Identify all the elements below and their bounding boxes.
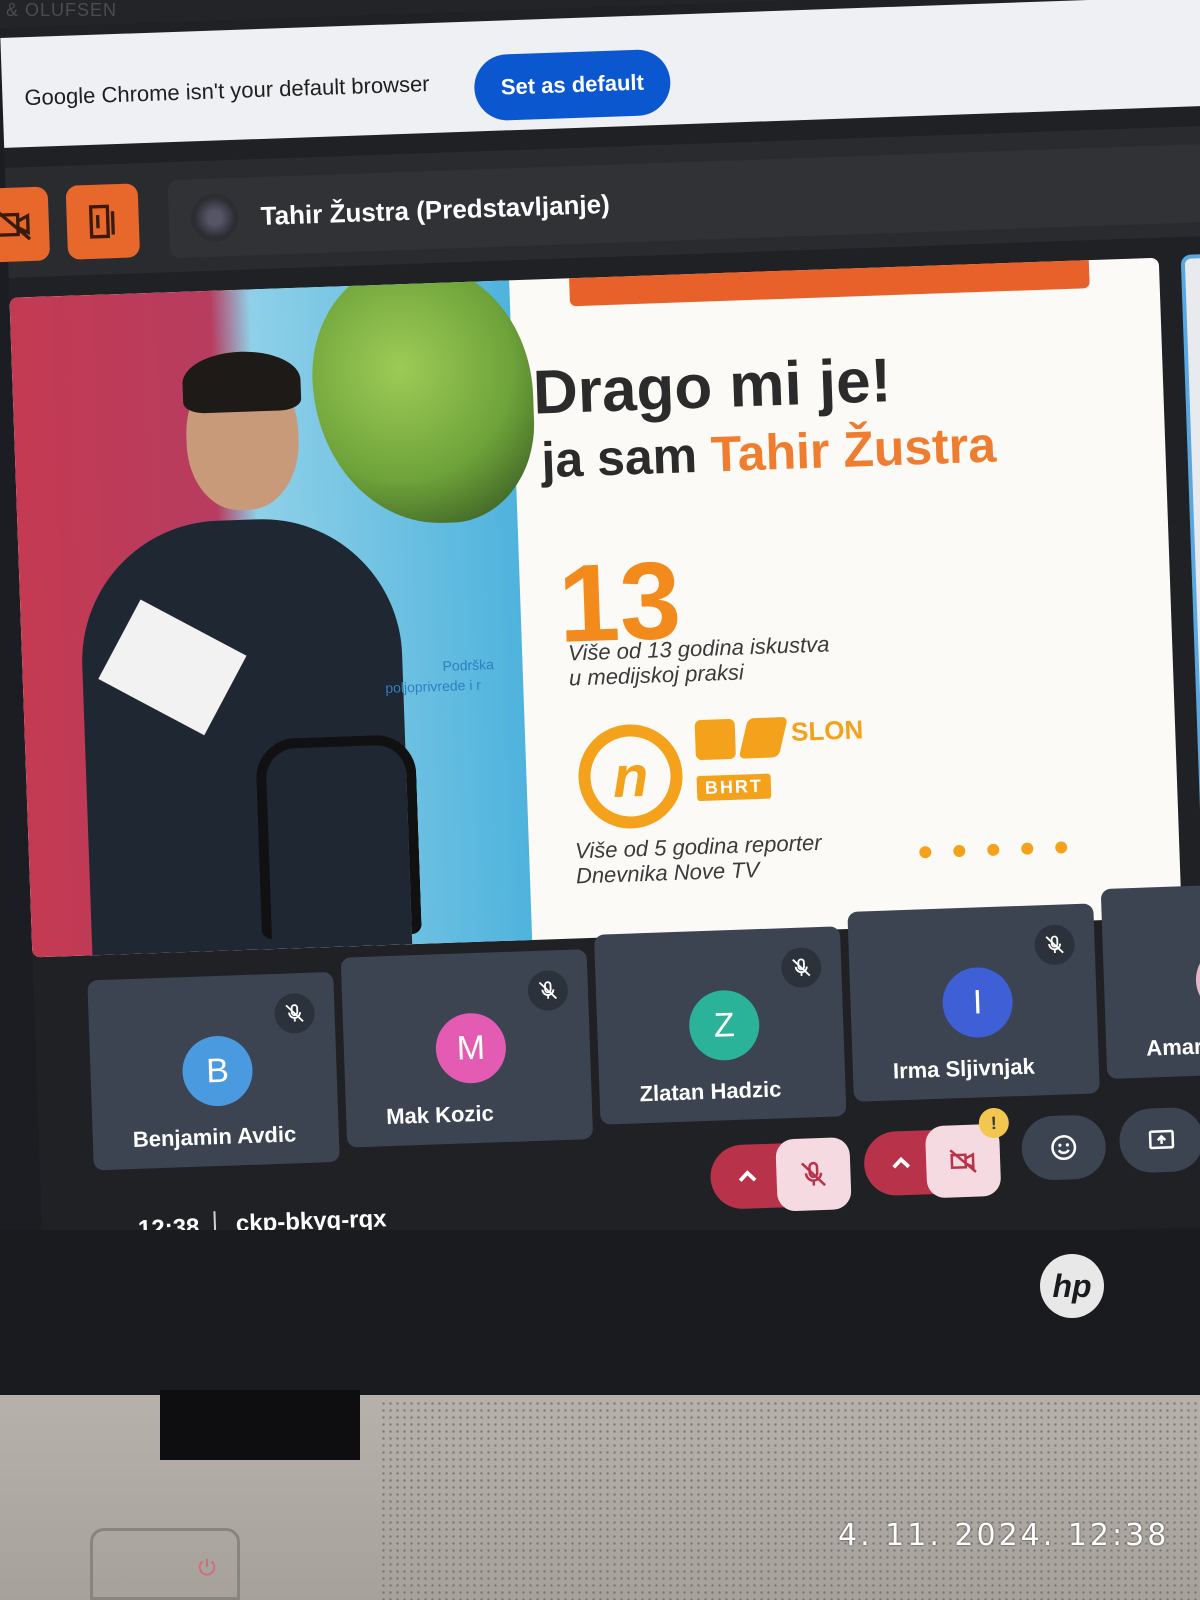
participant-avatar: A (1194, 943, 1200, 1016)
slide-dot (919, 846, 932, 859)
arrow-logo (738, 716, 788, 759)
participant-tile[interactable]: M Mak Kozic (340, 949, 594, 1148)
participant-tile[interactable]: I Irma Sljivnjak (847, 903, 1100, 1102)
participant-avatar: I (941, 966, 1014, 1039)
participant-mic-off (1033, 924, 1076, 966)
meet-top-bar: Tahir Žustra (Predstavljanje) (0, 124, 1200, 278)
participant-name: Zlatan Hadzic (639, 1076, 782, 1107)
slide-photo: Podrška poljoprivrede i r (9, 259, 538, 958)
presentation-slide: Podrška poljoprivrede i r Drago mi je! j… (9, 257, 1182, 958)
speaker-grille (380, 1400, 1200, 1600)
power-icon (198, 1558, 216, 1576)
reactions-button[interactable] (1020, 1114, 1107, 1182)
microphone-toggle-button[interactable] (775, 1137, 852, 1212)
slide-subtitle: ja sam Tahir Žustra (540, 416, 997, 490)
bhrt-logo: BHRT (696, 773, 772, 802)
bezel-brand-text: & OLUFSEN (6, 0, 118, 20)
person-hair (181, 349, 302, 414)
participant-avatar: B (181, 1034, 254, 1108)
map-illustration (308, 259, 538, 528)
laptop-hinge (160, 1390, 360, 1460)
mic-off-icon (285, 1004, 304, 1022)
participant-mic-off (527, 969, 569, 1012)
reporter-text: Više od 5 godina reporter Dnevnika Nove … (575, 830, 823, 889)
photo-caption-2: poljoprivrede i r (384, 676, 482, 696)
photo-caption-1: Podrška (442, 656, 495, 674)
slon-logo: SLON (790, 714, 864, 747)
participant-avatar: Z (688, 989, 761, 1062)
emoji-icon (1051, 1135, 1077, 1161)
present-screen-icon (1148, 1129, 1175, 1150)
laptop-screen: Google Chrome isn't your default browser… (0, 0, 1200, 1268)
camera-off-indicator-button[interactable] (0, 186, 51, 263)
presenter-avatar (189, 192, 240, 243)
hp-logo: hp (1040, 1254, 1104, 1318)
leave-door-icon (88, 204, 115, 239)
radio-logo (694, 718, 736, 761)
slide-dots (919, 841, 1068, 859)
default-browser-infobar: Google Chrome isn't your default browser… (0, 0, 1200, 148)
participant-name: Irma Sljivnjak (892, 1053, 1036, 1084)
subtitle-name: Tahir Žustra (709, 416, 997, 483)
nova-tv-logo-letter: n (611, 743, 650, 810)
leave-button[interactable] (65, 183, 141, 260)
presenter-name: Tahir Žustra (Predstavljanje) (260, 188, 611, 231)
subtitle-prefix: ja sam (540, 426, 712, 489)
experience-text: Više od 13 godina iskustva u medijskoj p… (568, 631, 831, 690)
photo: & OLUFSEN Google Chrome isn't your defau… (0, 0, 1200, 1600)
participant-tile[interactable]: Z Zlatan Hadzic (594, 926, 847, 1125)
participant-mic-off (273, 992, 316, 1035)
participant-name: Amar Ma (1145, 1032, 1200, 1061)
self-view-tile[interactable] (1180, 252, 1200, 885)
mic-off-icon (792, 958, 811, 977)
participant-name: Mak Kozic (385, 1100, 495, 1130)
presenter-pill[interactable]: Tahir Žustra (Predstavljanje) (167, 143, 1200, 259)
slide-dot (987, 843, 1000, 857)
slide-dot (1021, 842, 1034, 855)
participant-name: Benjamin Avdic (132, 1121, 297, 1153)
chair (254, 733, 422, 940)
slide-top-bar (568, 257, 1090, 307)
participant-tile[interactable]: A Amar Ma (1100, 880, 1200, 1079)
mic-off-icon (801, 1161, 826, 1187)
participant-mic-off (780, 946, 822, 989)
participant-avatar: M (434, 1011, 508, 1085)
video-off-icon (0, 208, 32, 241)
slide-text-panel: Drago mi je! ja sam Tahir Žustra 13 Više… (509, 257, 1182, 940)
chevron-up-icon (738, 1170, 757, 1182)
nova-tv-logo: n (576, 722, 685, 831)
slide-dot (1055, 841, 1068, 854)
present-screen-button[interactable] (1118, 1106, 1200, 1174)
mic-off-icon (538, 981, 558, 1000)
hp-logo-text: hp (1052, 1267, 1092, 1304)
photo-timestamp: 4. 11. 2024. 12:38 (838, 1518, 1170, 1553)
chevron-up-icon (892, 1156, 911, 1169)
laptop-bezel-bottom (0, 1230, 1200, 1400)
slide-dot (953, 844, 966, 858)
participant-tile[interactable]: B Benjamin Avdic (87, 971, 340, 1171)
set-as-default-button[interactable]: Set as default (473, 48, 672, 122)
slide-title: Drago mi je! (531, 346, 893, 428)
infobar-message: Google Chrome isn't your default browser (24, 71, 430, 111)
video-off-icon (949, 1149, 977, 1173)
mic-off-icon (1045, 935, 1064, 954)
